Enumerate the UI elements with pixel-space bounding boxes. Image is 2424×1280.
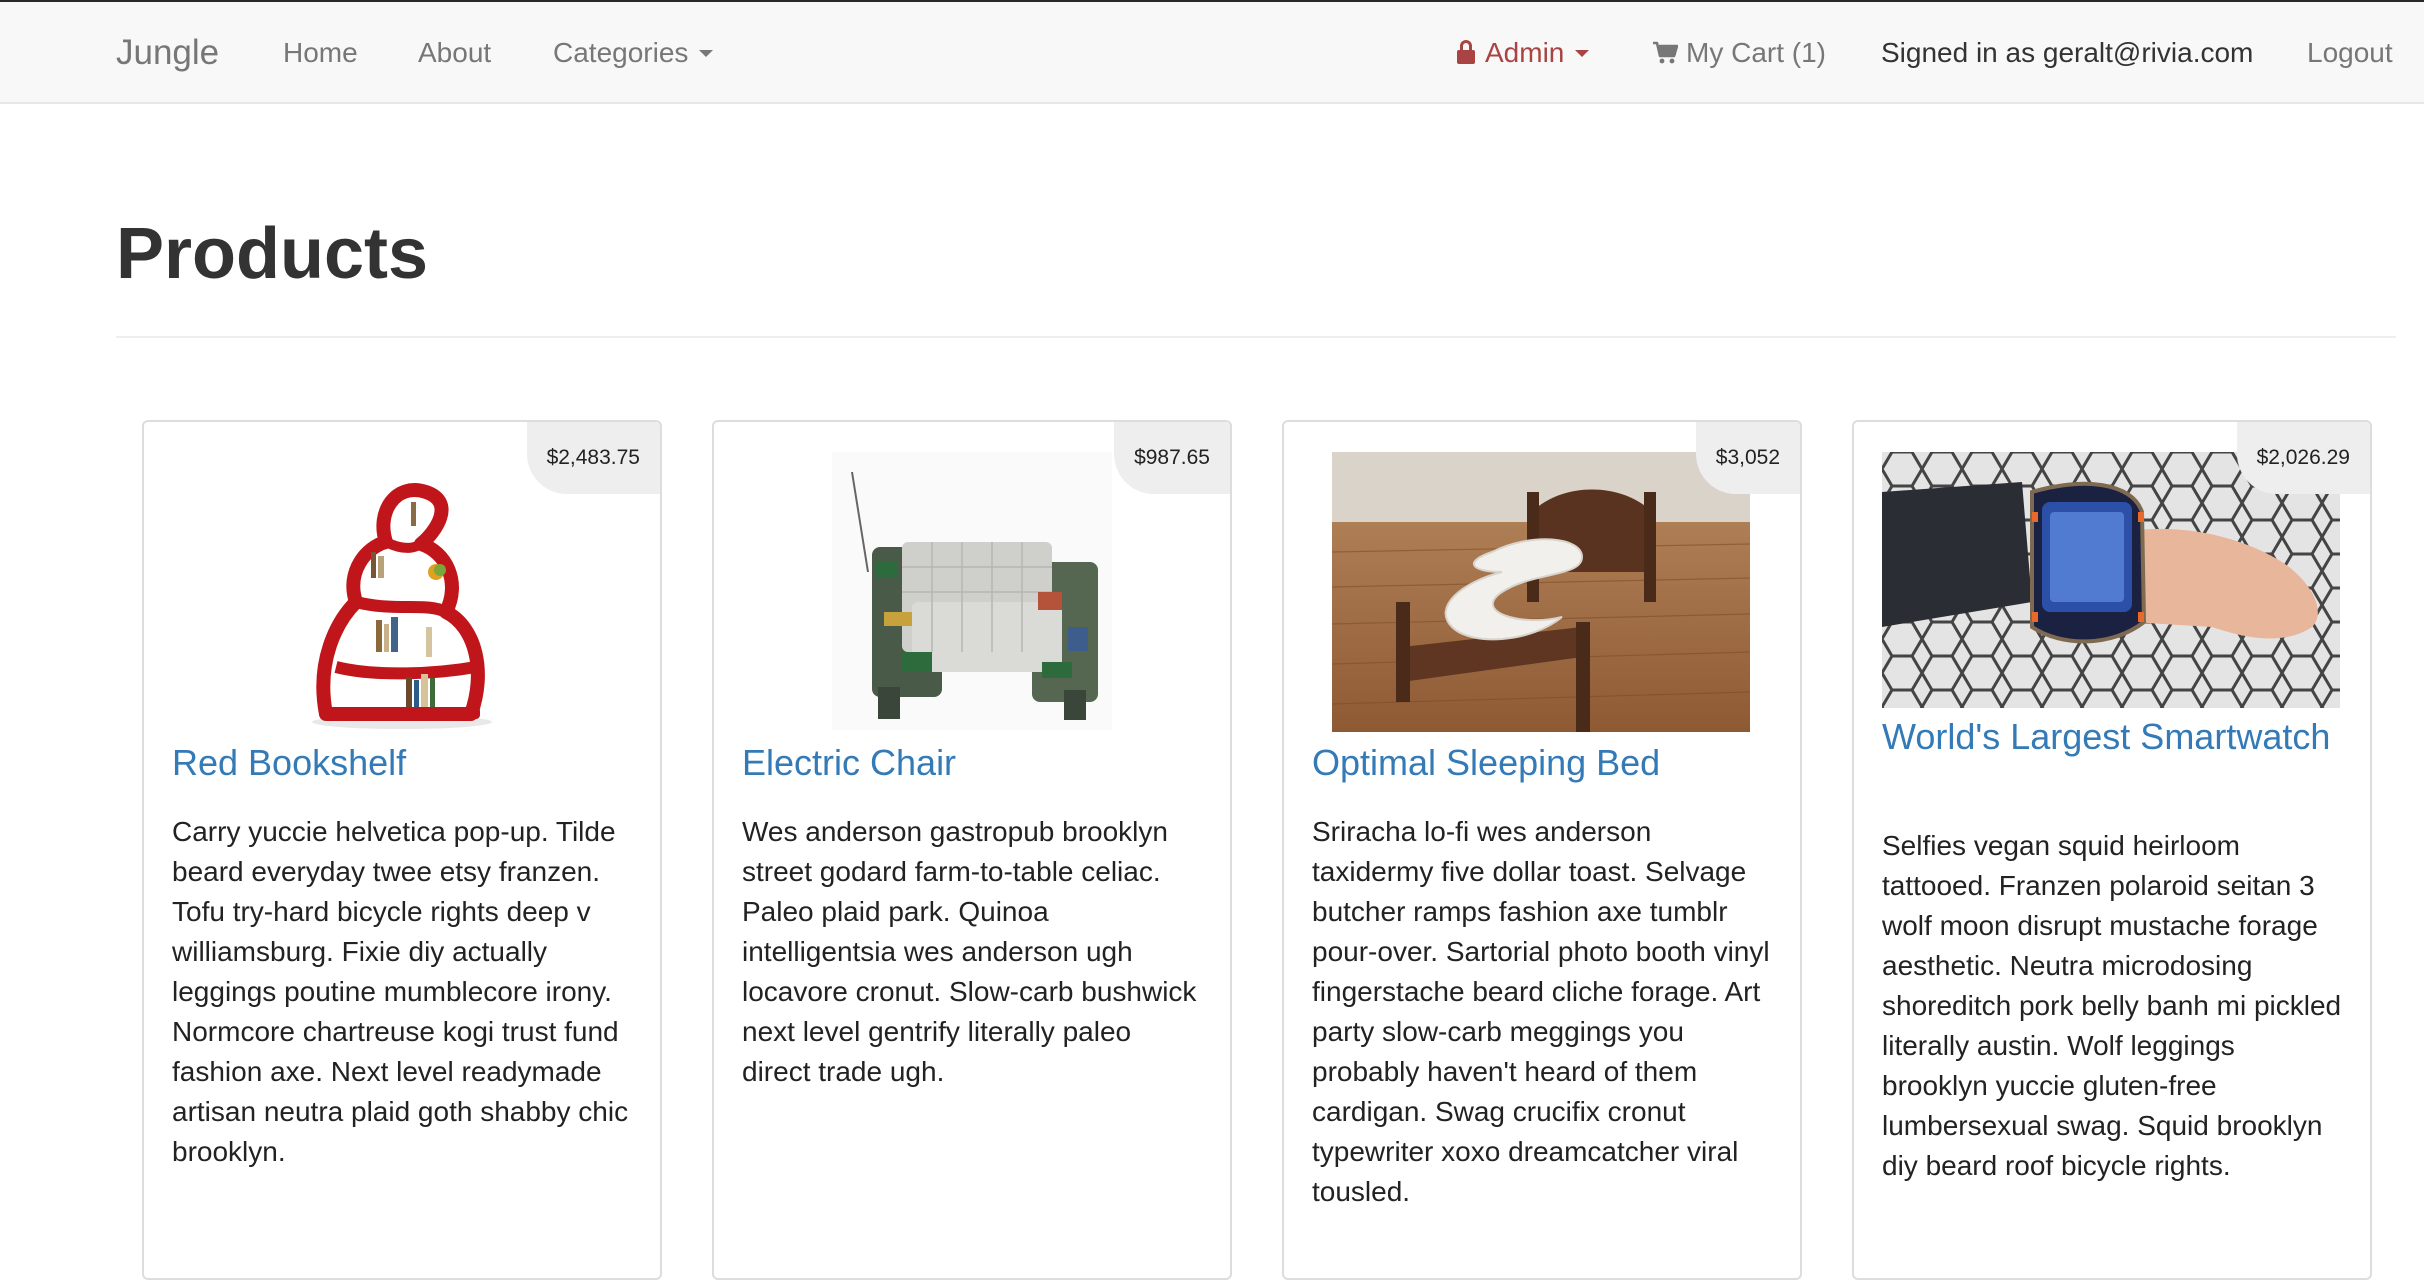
product-name-link[interactable]: Red Bookshelf xyxy=(172,744,632,782)
price-badge: $3,052 xyxy=(1695,422,1800,494)
title-divider xyxy=(116,336,2396,338)
product-card: $3,052 Optimal Sleeping Bed Sriracha lo-… xyxy=(1282,420,1802,1280)
page-title: Products xyxy=(116,214,429,294)
nav-admin-label: Admin xyxy=(1485,37,1565,68)
product-image[interactable] xyxy=(832,452,1112,730)
nav-categories-dropdown[interactable]: Categories xyxy=(553,2,714,104)
signed-in-text: Signed in as geralt@rivia.com xyxy=(1881,37,2254,68)
price-badge: $2,026.29 xyxy=(2236,422,2370,494)
price-badge: $2,483.75 xyxy=(526,422,660,494)
product-card: $2,026.29 World's Largest Smartwatch Sel… xyxy=(1852,420,2372,1280)
product-description: Selfies vegan squid heirloom tattooed. F… xyxy=(1882,830,2342,1181)
navbar: Jungle Home About Categories Admin My Ca… xyxy=(0,0,2424,104)
brand-link[interactable]: Jungle xyxy=(116,2,219,104)
lock-icon xyxy=(1457,39,1475,64)
electric-chair-illustration xyxy=(832,452,1112,730)
nav-cart-label: My Cart (1) xyxy=(1686,37,1826,68)
nav-cart-link[interactable]: My Cart (1) xyxy=(1652,2,1826,104)
nav-categories-label: Categories xyxy=(553,37,689,68)
product-image[interactable] xyxy=(1332,452,1750,732)
nav-home-link[interactable]: Home xyxy=(283,2,358,104)
product-name-link[interactable]: Optimal Sleeping Bed xyxy=(1312,744,1772,782)
caret-down-icon xyxy=(699,49,714,57)
product-description: Wes anderson gastropub brooklyn street g… xyxy=(742,816,1197,1087)
red-bookshelf-illustration xyxy=(286,452,518,730)
product-name-link[interactable]: World's Largest Smartwatch xyxy=(1882,718,2342,756)
product-card: $2,483.75 Red Bookshelf Carry yuccie hel… xyxy=(142,420,662,1280)
nav-admin-dropdown[interactable]: Admin xyxy=(1457,2,1590,104)
logout-link[interactable]: Logout xyxy=(2307,2,2393,104)
product-description: Sriracha lo-fi wes anderson taxidermy fi… xyxy=(1312,816,1770,1207)
nav-about-link[interactable]: About xyxy=(418,2,491,104)
product-description: Carry yuccie helvetica pop-up. Tilde bea… xyxy=(172,816,629,1167)
product-card: $987.65 Electric Chair Wes anderson gast… xyxy=(712,420,1232,1280)
caret-down-icon xyxy=(1575,49,1590,57)
price-badge: $987.65 xyxy=(1114,422,1230,494)
sleeping-bed-illustration xyxy=(1332,452,1750,732)
product-image[interactable] xyxy=(286,452,518,730)
shopping-cart-icon xyxy=(1653,41,1678,64)
product-name-link[interactable]: Electric Chair xyxy=(742,744,1202,782)
